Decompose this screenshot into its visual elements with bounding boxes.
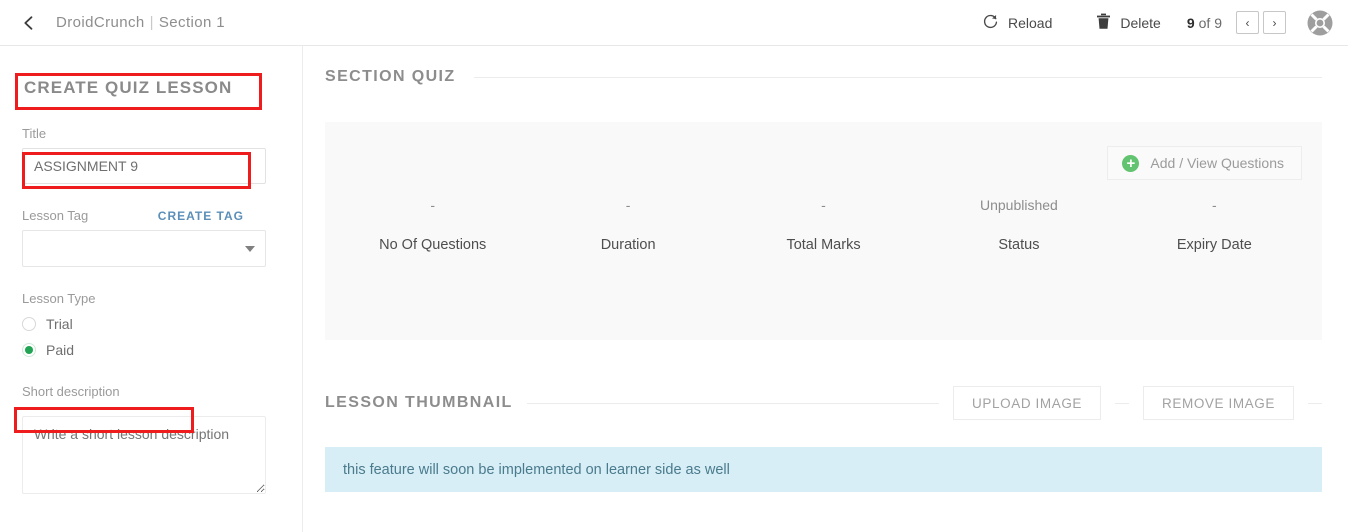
section-quiz-card: + Add / View Questions - No Of Questions… [325,122,1322,340]
back-button[interactable] [16,10,42,36]
section-quiz-header: SECTION QUIZ [325,68,1322,86]
breadcrumb-app[interactable]: DroidCrunch [56,14,145,31]
delete-label: Delete [1120,14,1161,31]
lesson-type-option-paid[interactable]: Paid [22,342,280,358]
stat-no-of-questions: - No Of Questions [335,197,530,253]
next-page-button[interactable]: › [1263,11,1286,34]
stat-label: Duration [600,237,656,253]
breadcrumb-section: Section 1 [158,14,226,31]
lesson-type-label: Lesson Type [22,291,96,306]
lesson-thumbnail-title: LESSON THUMBNAIL [325,394,513,411]
pager-current: 9 [1186,14,1195,31]
quiz-stats: - No Of Questions - Duration - Total Mar… [335,197,1312,253]
lifebuoy-help-icon [1306,10,1334,41]
reload-label: Reload [1008,14,1053,31]
short-description-textarea[interactable] [22,416,266,494]
stat-label: No Of Questions [379,237,487,253]
create-quiz-lesson-panel: CREATE QUIZ LESSON Title Lesson Tag CREA… [0,46,303,532]
prev-page-button[interactable]: ‹ [1236,11,1259,34]
radio-selected-dot [25,346,33,354]
title-label: Title [22,126,47,141]
stat-label: Expiry Date [1176,237,1252,253]
status-badge: Unpublished [980,197,1058,213]
lesson-type-option-trial[interactable]: Trial [22,316,280,332]
stat-label: Status [998,237,1040,253]
divider [1308,402,1322,404]
stat-value: - [821,197,826,213]
breadcrumb: DroidCrunch | Section 1 [56,14,225,31]
add-view-questions-button[interactable]: + Add / View Questions [1107,146,1302,180]
chevron-down-icon [245,245,255,252]
lesson-type-trial-label: Trial [46,316,73,332]
title-input[interactable] [22,148,266,184]
lesson-tag-row: Lesson Tag CREATE TAG [22,208,280,223]
lesson-tag-label: Lesson Tag [22,208,89,223]
info-alert-text: this feature will soon be implemented on… [343,461,730,478]
page-layout: CREATE QUIZ LESSON Title Lesson Tag CREA… [0,46,1348,532]
reload-button[interactable]: Reload [982,13,1052,33]
stat-expiry-date: - Expiry Date [1117,197,1312,253]
main-content: SECTION QUIZ + Add / View Questions - No… [303,46,1348,532]
info-alert: this feature will soon be implemented on… [325,447,1322,492]
divider [1115,402,1130,404]
pagination: 9 of 9 ‹ › [1187,11,1286,34]
chevron-left-icon [21,15,37,31]
stat-duration: - Duration [530,197,725,253]
lesson-tag-select[interactable] [22,230,266,267]
refresh-icon [982,13,999,33]
radio-paid[interactable] [22,343,36,357]
short-description-label: Short description [22,384,120,399]
lesson-thumbnail-header: LESSON THUMBNAIL UPLOAD IMAGE REMOVE IMA… [325,386,1322,420]
stat-value: - [625,197,631,213]
pager-total: of 9 [1198,14,1222,31]
create-tag-link[interactable]: CREATE TAG [158,209,244,223]
section-quiz-title: SECTION QUIZ [325,68,456,85]
add-view-questions-label: Add / View Questions [1150,155,1284,171]
delete-button[interactable]: Delete [1096,13,1161,33]
help-avatar-button[interactable] [1306,9,1334,37]
radio-trial[interactable] [22,317,36,331]
stat-status: Unpublished Status [921,197,1116,253]
stat-value: - [430,197,436,213]
top-bar: DroidCrunch | Section 1 Reload Delete 9 of… [0,0,1348,46]
plus-circle-icon: + [1122,154,1140,172]
stat-label: Total Marks [786,237,861,253]
upload-image-button[interactable]: UPLOAD IMAGE [953,386,1102,420]
page-title: CREATE QUIZ LESSON [24,78,233,97]
stat-value: - [1211,197,1217,213]
breadcrumb-separator: | [149,14,154,31]
lesson-type-paid-label: Paid [46,342,75,358]
stat-total-marks: - Total Marks [726,197,921,253]
divider [526,402,940,404]
divider [473,76,1322,78]
remove-image-button[interactable]: REMOVE IMAGE [1143,386,1294,420]
trash-icon [1096,13,1111,33]
